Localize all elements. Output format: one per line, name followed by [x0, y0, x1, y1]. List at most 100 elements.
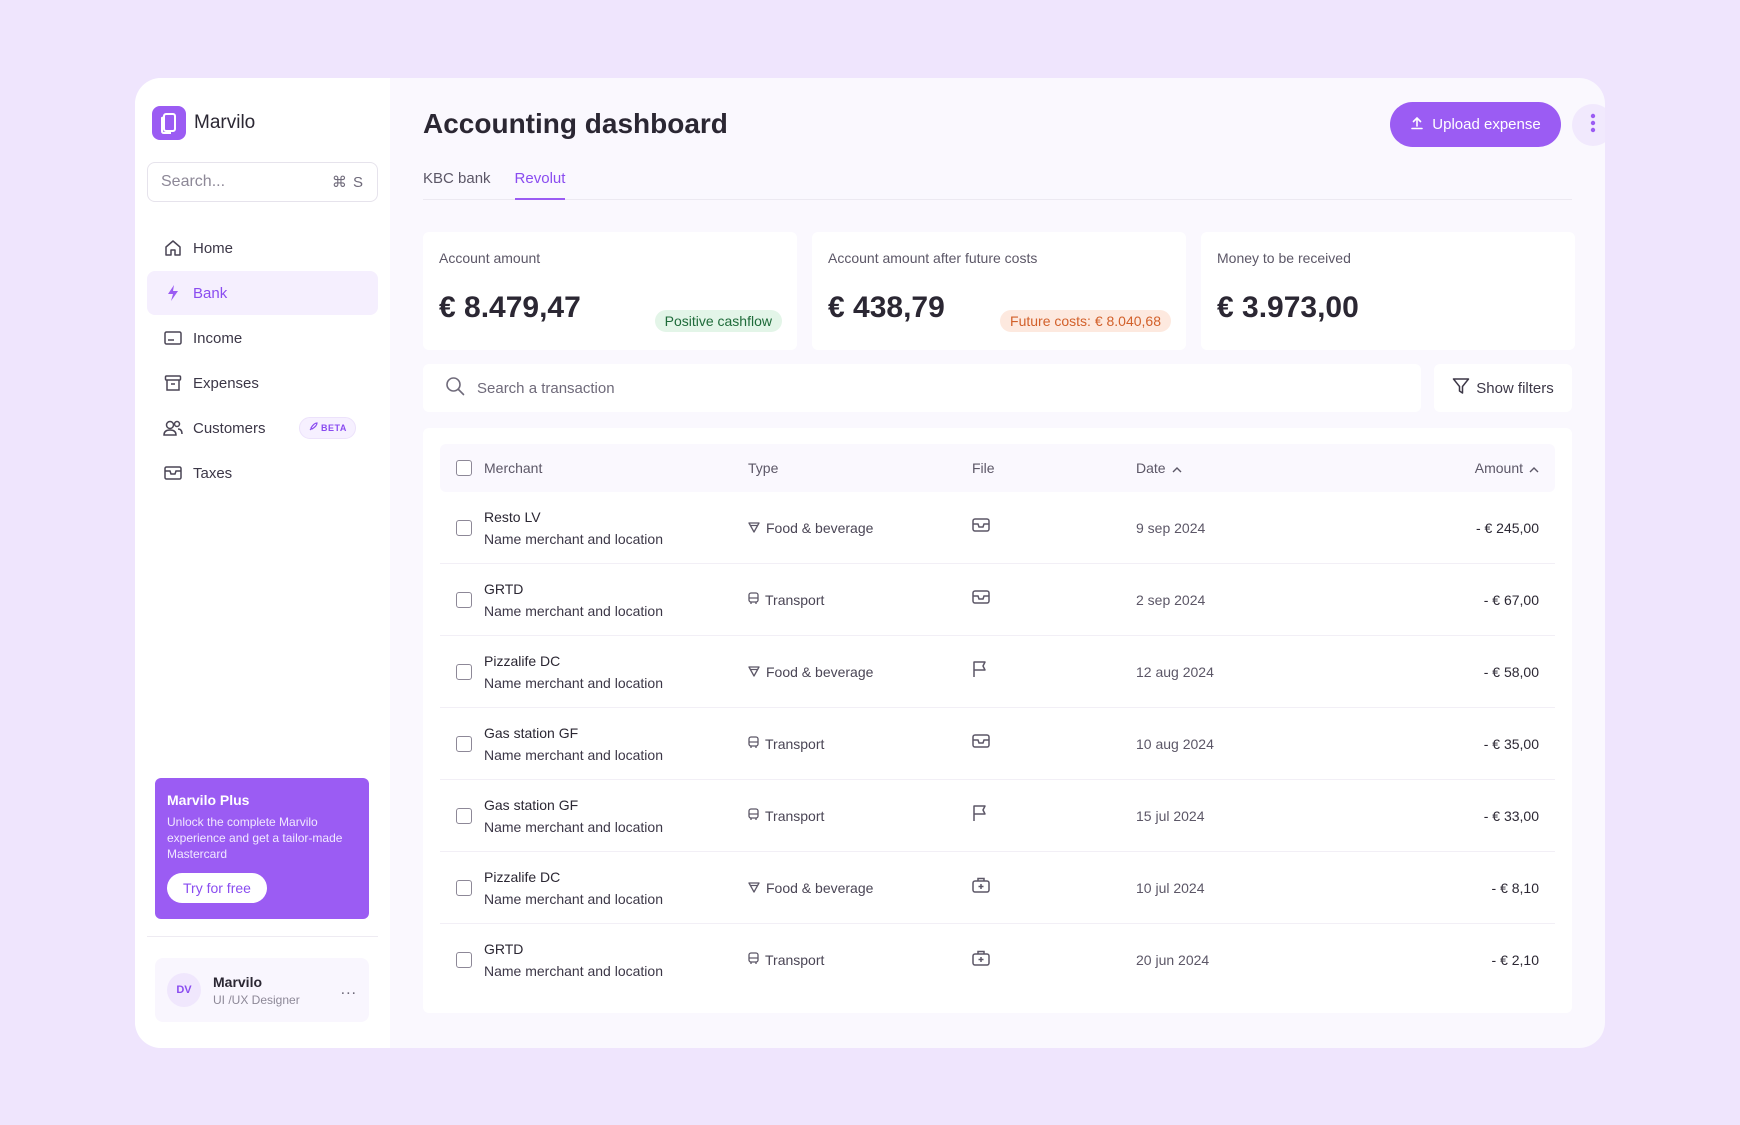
filter-icon	[1452, 377, 1470, 399]
row-checkbox[interactable]	[456, 591, 472, 608]
merchant-name: GRTD	[484, 941, 524, 957]
table-row[interactable]: Pizzalife DC Name merchant and location …	[440, 636, 1555, 708]
table-row[interactable]: Pizzalife DC Name merchant and location …	[440, 852, 1555, 924]
type-label: Transport	[765, 807, 825, 824]
beta-label: BETA	[321, 423, 347, 433]
sidebar-item-label: Taxes	[193, 464, 233, 482]
select-all-checkbox[interactable]	[456, 460, 472, 476]
brand[interactable]: Marvilo	[147, 106, 378, 140]
file-cell[interactable]	[972, 660, 988, 683]
sidebar-item-customers[interactable]: Customers BETA	[147, 406, 378, 450]
merchant-location: Name merchant and location	[484, 963, 663, 979]
type-cell: Transport	[748, 808, 824, 824]
home-icon	[163, 238, 183, 258]
upload-expense-button[interactable]: Upload expense	[1390, 102, 1561, 147]
sidebar-item-expenses[interactable]: Expenses	[147, 361, 378, 405]
search-placeholder: Search a transaction	[477, 379, 615, 397]
merchant-cell: Gas station GF Name merchant and locatio…	[484, 725, 663, 763]
rocket-icon	[308, 422, 318, 434]
type-label: Transport	[765, 735, 825, 752]
row-checkbox[interactable]	[456, 879, 472, 896]
type-cell: Transport	[748, 592, 824, 608]
file-cell[interactable]	[972, 734, 990, 753]
row-checkbox[interactable]	[456, 663, 472, 680]
inbox-icon	[163, 463, 183, 483]
merchant-location: Name merchant and location	[484, 602, 663, 619]
file-cell[interactable]	[972, 590, 990, 609]
logo-icon	[152, 106, 186, 140]
card-label: Money to be received	[1217, 250, 1351, 266]
header-amount-label: Amount	[1474, 460, 1523, 476]
file-cell[interactable]	[972, 804, 988, 827]
promo-card: Marvilo Plus Unlock the complete Marvilo…	[155, 778, 369, 919]
bus-icon	[748, 952, 759, 968]
search-placeholder: Search...	[161, 173, 226, 190]
upload-label: Upload expense	[1432, 116, 1541, 133]
table-row[interactable]: Resto LV Name merchant and location Food…	[440, 492, 1555, 564]
header-amount[interactable]: Amount	[1475, 460, 1539, 476]
type-label: Food & beverage	[766, 663, 874, 680]
row-checkbox[interactable]	[456, 952, 472, 968]
sidebar-search-input[interactable]: Search... ⌘ S	[147, 162, 378, 202]
table-row[interactable]: GRTD Name merchant and location Transpor…	[440, 564, 1555, 636]
merchant-name: Gas station GF	[484, 796, 579, 813]
user-name: Marvilo	[213, 973, 263, 990]
card-icon	[163, 328, 183, 348]
sidebar-item-home[interactable]: Home	[147, 226, 378, 270]
header-date-label: Date	[1136, 460, 1166, 476]
table-row[interactable]: GRTD Name merchant and location Transpor…	[440, 924, 1555, 996]
merchant-cell: Gas station GF Name merchant and locatio…	[484, 797, 663, 835]
more-vertical-button[interactable]	[1572, 104, 1605, 146]
more-horizontal-icon[interactable]: ...	[341, 981, 357, 999]
money-to-receive-card: Money to be received € 3.973,00	[1201, 232, 1575, 350]
file-cell[interactable]	[972, 950, 990, 971]
bus-icon	[748, 591, 759, 608]
merchant-name: Pizzalife DC	[484, 868, 561, 885]
flag-icon	[972, 804, 988, 826]
header-date[interactable]: Date	[1136, 460, 1182, 476]
app-window: Marvilo Search... ⌘ S Home Bank Income E…	[135, 78, 1605, 1048]
tab-revolut[interactable]: Revolut	[514, 170, 566, 200]
account-amount-card: Account amount € 8.479,47 Positive cashf…	[423, 232, 797, 350]
transaction-search-input[interactable]: Search a transaction	[423, 364, 1421, 412]
row-checkbox[interactable]	[456, 735, 472, 752]
type-label: Food & beverage	[766, 879, 874, 896]
status-badge: Positive cashflow	[654, 310, 782, 332]
user-info: Marvilo UI /UX Designer	[213, 974, 300, 1007]
date-cell: 15 jul 2024	[1136, 807, 1205, 824]
date-cell: 12 aug 2024	[1136, 663, 1214, 680]
amount-cell: - € 8,10	[1491, 879, 1539, 896]
promo-text: Unlock the complete Marvilo experience a…	[167, 815, 343, 861]
more-vertical-icon	[1590, 113, 1596, 138]
file-cell[interactable]	[972, 518, 990, 537]
summary-cards: Account amount € 8.479,47 Positive cashf…	[423, 232, 1575, 350]
show-filters-button[interactable]: Show filters	[1434, 364, 1572, 412]
sidebar-item-income[interactable]: Income	[147, 316, 378, 360]
merchant-cell: GRTD Name merchant and location	[484, 581, 663, 619]
date-cell: 10 aug 2024	[1136, 735, 1214, 752]
table-row[interactable]: Gas station GF Name merchant and locatio…	[440, 708, 1555, 780]
try-free-button[interactable]: Try for free	[167, 873, 267, 903]
header-type: Type	[748, 460, 779, 476]
sidebar-item-bank[interactable]: Bank	[147, 271, 378, 315]
merchant-name: Gas station GF	[484, 724, 579, 741]
sidebar-item-label: Customers	[193, 419, 266, 437]
sidebar-item-taxes[interactable]: Taxes	[147, 451, 378, 495]
inbox-icon	[972, 590, 990, 608]
row-checkbox[interactable]	[456, 519, 472, 536]
merchant-location: Name merchant and location	[484, 530, 663, 547]
amount-cell: - € 245,00	[1475, 519, 1539, 536]
file-cell[interactable]	[972, 877, 990, 898]
tab-kbc-bank[interactable]: KBC bank	[423, 170, 491, 200]
user-card[interactable]: DV Marvilo UI /UX Designer ...	[155, 958, 369, 1022]
bank-tabs: KBC bank Revolut	[423, 170, 1572, 200]
avatar: DV	[167, 973, 201, 1007]
sidebar-nav: Home Bank Income Expenses Customers BETA	[147, 226, 378, 495]
food-icon	[748, 880, 760, 896]
table-row[interactable]: Gas station GF Name merchant and locatio…	[440, 780, 1555, 852]
type-label: Transport	[765, 952, 825, 968]
bus-icon	[748, 735, 759, 752]
row-checkbox[interactable]	[456, 807, 472, 824]
sidebar-item-label: Home	[193, 239, 234, 257]
sidebar: Marvilo Search... ⌘ S Home Bank Income E…	[135, 78, 390, 1048]
